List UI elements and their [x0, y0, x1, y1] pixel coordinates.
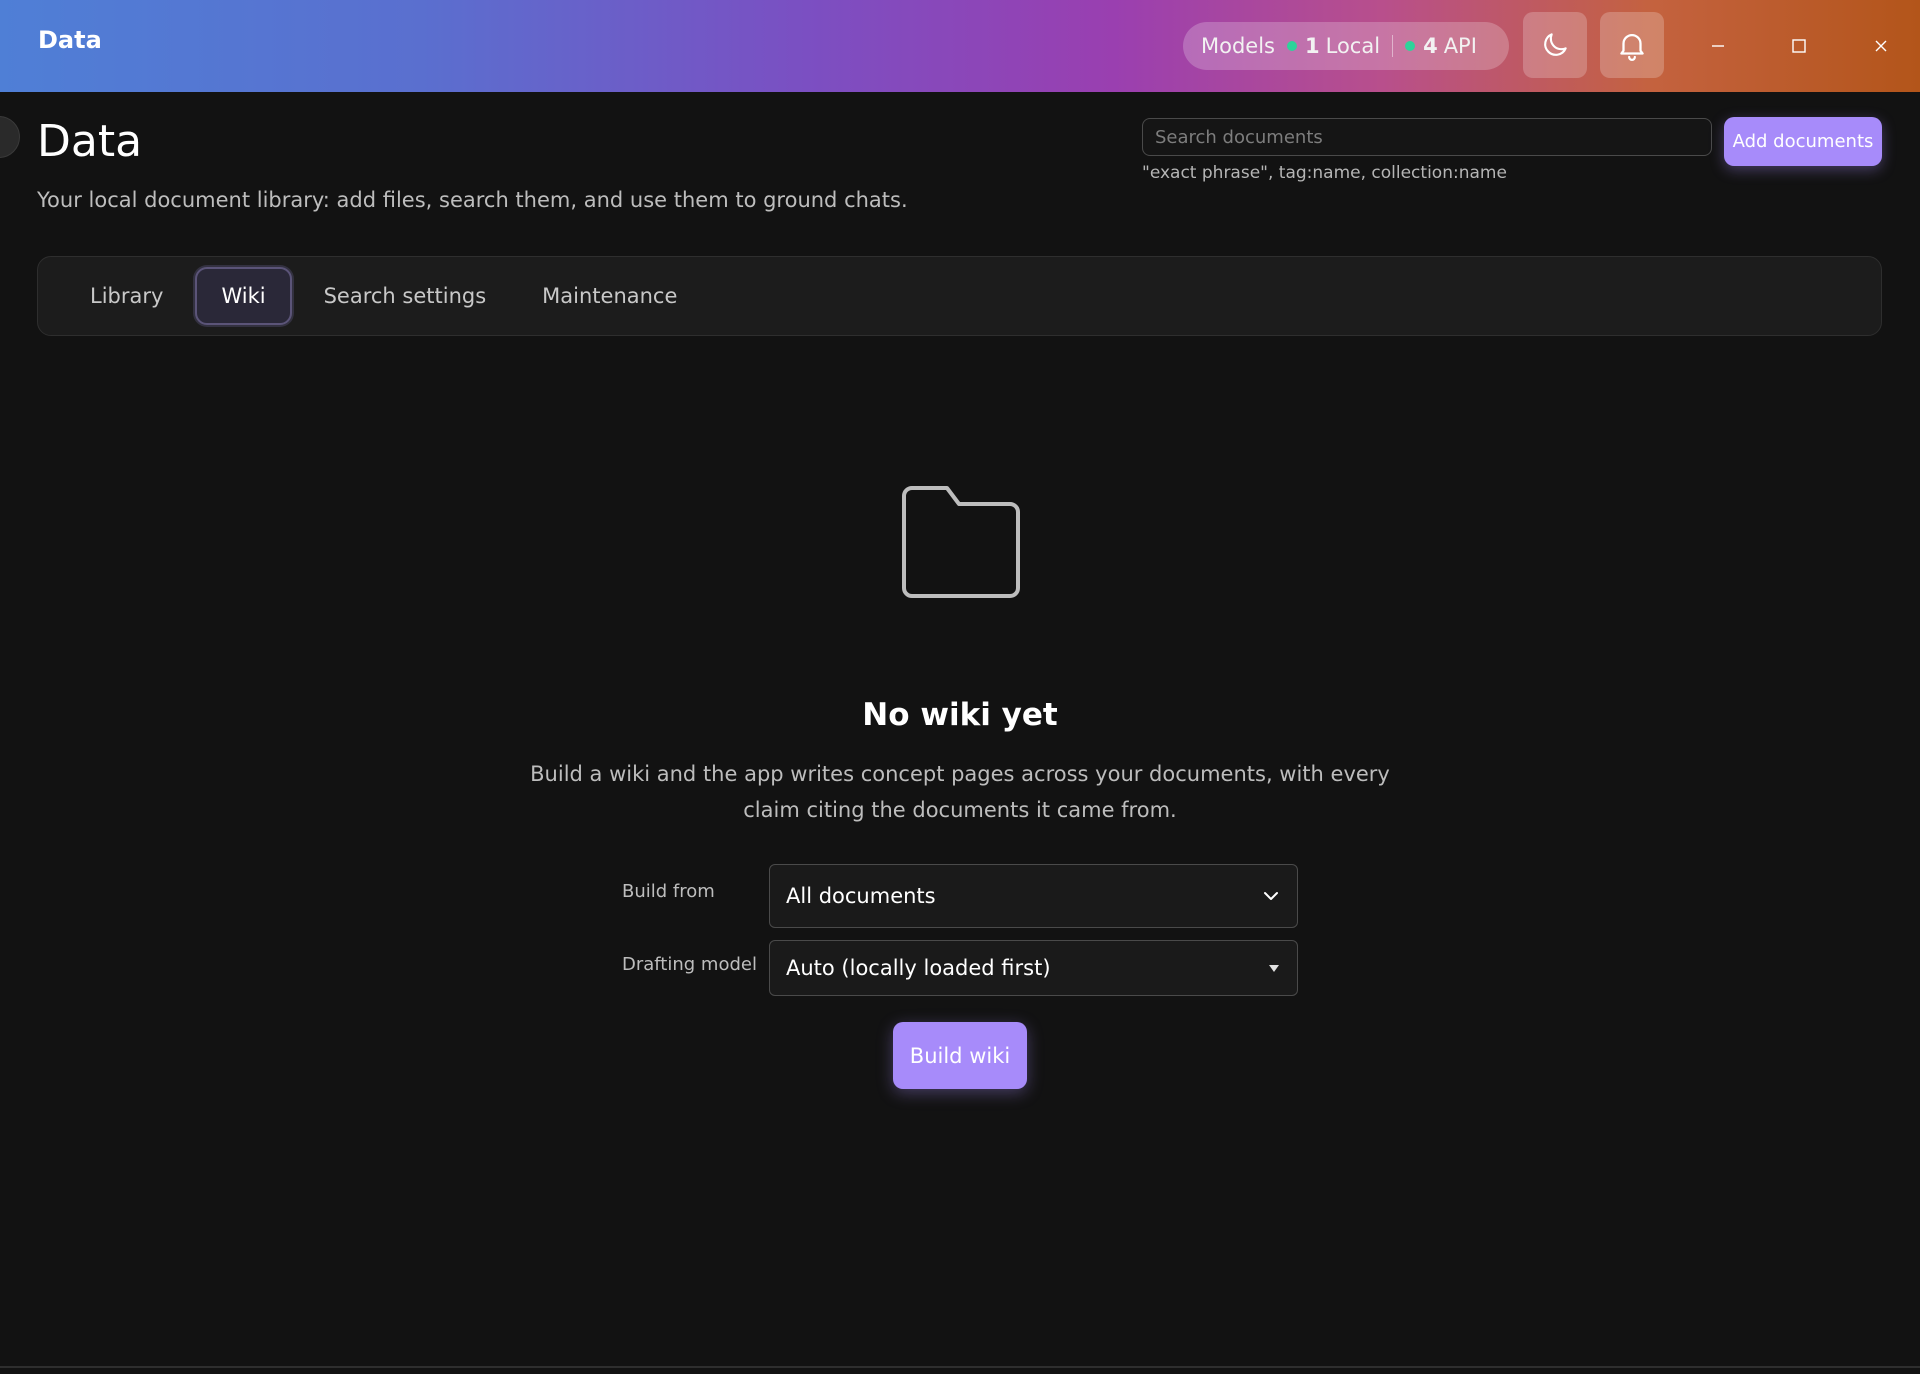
bell-icon — [1620, 34, 1644, 61]
models-label: Models — [1201, 34, 1275, 58]
page-title: Data — [37, 116, 143, 167]
notifications-button[interactable] — [1600, 12, 1664, 78]
sidebar-collapse-handle[interactable] — [0, 116, 20, 158]
local-label: Local — [1325, 34, 1381, 58]
theme-toggle-button[interactable] — [1523, 12, 1587, 78]
local-count: 1 — [1305, 34, 1320, 58]
add-documents-button[interactable]: Add documents — [1724, 117, 1882, 166]
search-syntax-hint: "exact phrase", tag:name, collection:nam… — [1142, 163, 1507, 183]
api-models-status: 4 API — [1405, 34, 1477, 58]
api-status-dot-icon — [1405, 41, 1416, 51]
drafting-model-select[interactable]: Auto (locally loaded first) — [769, 940, 1298, 996]
tab-maintenance[interactable]: Maintenance — [518, 267, 701, 325]
drafting-model-label: Drafting model — [622, 954, 757, 975]
api-count: 4 — [1423, 34, 1438, 58]
minimize-icon — [1712, 45, 1724, 47]
tab-library[interactable]: Library — [66, 267, 187, 325]
bottom-divider — [0, 1366, 1920, 1368]
page-subtitle: Your local document library: add files, … — [37, 188, 908, 212]
build-wiki-button[interactable]: Build wiki — [893, 1022, 1027, 1089]
window-title: Data — [38, 26, 102, 54]
build-from-value: All documents — [786, 884, 936, 908]
tab-wiki[interactable]: Wiki — [195, 267, 292, 325]
local-models-status: 1 Local — [1287, 34, 1380, 58]
moon-icon — [1544, 33, 1567, 56]
build-from-select[interactable]: All documents — [769, 864, 1298, 928]
search-documents-input[interactable] — [1142, 118, 1712, 156]
build-from-label: Build from — [622, 881, 715, 902]
maximize-button[interactable] — [1779, 26, 1819, 66]
caret-down-icon — [1269, 965, 1279, 972]
local-status-dot-icon — [1287, 41, 1297, 51]
pill-separator — [1392, 35, 1394, 57]
title-bar: Data Models 1 Local 4 API — [0, 0, 1920, 92]
api-label: API — [1443, 34, 1477, 58]
empty-state-title: No wiki yet — [862, 697, 1058, 733]
tab-search-settings[interactable]: Search settings — [300, 267, 511, 325]
folder-icon — [902, 486, 1020, 598]
close-icon — [1875, 40, 1887, 52]
empty-state-description: Build a wiki and the app writes concept … — [530, 762, 1390, 822]
models-status-pill[interactable]: Models 1 Local 4 API — [1183, 22, 1509, 70]
tab-bar: Library Wiki Search settings Maintenance — [37, 256, 1882, 336]
drafting-model-value: Auto (locally loaded first) — [786, 956, 1051, 980]
maximize-icon — [1792, 39, 1806, 53]
close-window-button[interactable] — [1861, 26, 1901, 66]
chevron-down-icon — [1264, 892, 1278, 900]
minimize-button[interactable] — [1698, 26, 1738, 66]
